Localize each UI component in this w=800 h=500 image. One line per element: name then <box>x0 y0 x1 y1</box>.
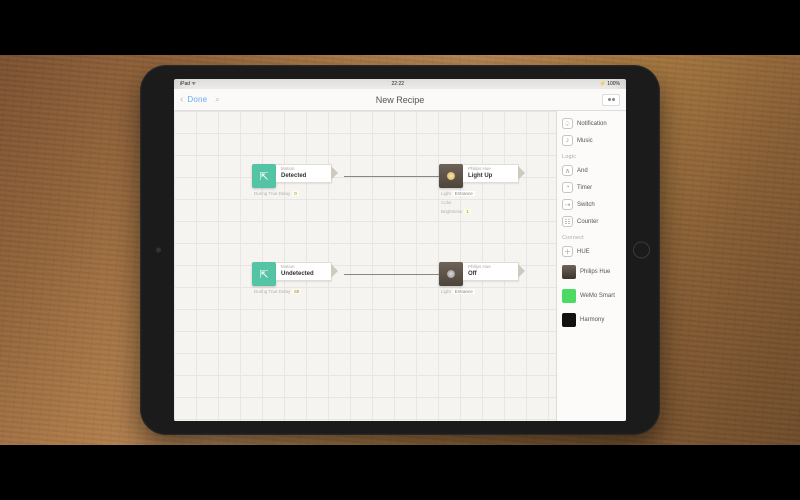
status-bar: iPad ᯤ 22:22 ⚡ 100% <box>174 79 626 89</box>
node-meta[interactable]: LightEntrance <box>441 191 475 196</box>
sidebar-item-counter[interactable]: ☷ Counter <box>562 213 621 230</box>
sidebar-header: Connect <box>562 235 621 241</box>
sidebar-item-label: Philips Hue <box>580 269 610 275</box>
home-button[interactable] <box>633 242 650 259</box>
node-meta[interactable]: During True Delay0 <box>254 191 299 196</box>
sidebar-item-label: Counter <box>577 219 598 225</box>
node-meta[interactable]: Brightness1 <box>441 209 471 214</box>
node-type: Philips Hue <box>468 265 513 270</box>
trigger-node-undetected[interactable]: ⇱ Motion Undetected <box>252 262 332 286</box>
music-icon: ♪ <box>562 135 573 146</box>
sidebar-connect-hue[interactable]: Philips Hue <box>562 260 621 284</box>
node-meta[interactable]: During True Delay60 <box>254 289 301 294</box>
component-sidebar[interactable]: ♤ Notification ♪ Music Logic ∧ And <box>556 111 626 421</box>
status-left: iPad ᯤ <box>180 81 196 87</box>
motion-icon: ⇱ <box>252 262 276 286</box>
back-button[interactable]: ‹ <box>180 94 183 105</box>
node-state: Off <box>468 271 513 277</box>
node-type: Philips Hue <box>468 167 513 172</box>
timer-icon: ◔ <box>562 182 573 193</box>
hue-icon <box>439 164 463 188</box>
switch-icon: ⇢ <box>562 199 573 210</box>
sidebar-connect-harmony[interactable]: Harmony <box>562 308 621 332</box>
connection-wire <box>344 176 442 177</box>
sidebar-item-timer[interactable]: ◔ Timer <box>562 179 621 196</box>
recipe-canvas[interactable]: ⇱ Motion Detected During True Delay0 <box>174 111 556 421</box>
node-state: Light Up <box>468 173 513 179</box>
status-right: ⚡ 100% <box>600 81 620 87</box>
done-button[interactable]: Done <box>187 95 207 104</box>
sidebar-item-notification[interactable]: ♤ Notification <box>562 115 621 132</box>
plus-icon: ＋ <box>562 246 573 257</box>
node-state: Detected <box>281 173 326 179</box>
bell-icon: ♤ <box>562 118 573 129</box>
sidebar-item-label: Harmony <box>580 317 604 323</box>
nav-bar: ‹ Done ⌕ New Recipe <box>174 89 626 111</box>
sidebar-item-label: Timer <box>577 185 592 191</box>
action-node-lightup[interactable]: Philips Hue Light Up <box>439 164 519 188</box>
node-type: Motion <box>281 265 326 270</box>
search-icon[interactable]: ⌕ <box>215 95 219 105</box>
sidebar-item-music[interactable]: ♪ Music <box>562 132 621 149</box>
trigger-node-detected[interactable]: ⇱ Motion Detected <box>252 164 332 188</box>
motion-icon: ⇱ <box>252 164 276 188</box>
connection-wire <box>344 274 442 275</box>
counter-icon: ☷ <box>562 216 573 227</box>
sidebar-item-label: And <box>577 168 588 174</box>
sidebar-item-label: HUE <box>577 249 590 255</box>
node-meta[interactable]: Color <box>441 200 458 205</box>
hue-icon <box>439 262 463 286</box>
sidebar-item-and[interactable]: ∧ And <box>562 162 621 179</box>
node-type: Motion <box>281 167 326 172</box>
and-icon: ∧ <box>562 165 573 176</box>
status-time: 22:22 <box>392 81 405 87</box>
action-node-off[interactable]: Philips Hue Off <box>439 262 519 286</box>
app-screen: iPad ᯤ 22:22 ⚡ 100% ‹ Done ⌕ New Recipe <box>174 79 626 421</box>
sidebar-header: Logic <box>562 154 621 160</box>
sidebar-connect-wemo[interactable]: WeMo Smart <box>562 284 621 308</box>
ipad-device: iPad ᯤ 22:22 ⚡ 100% ‹ Done ⌕ New Recipe <box>140 65 660 435</box>
menu-button[interactable] <box>602 94 620 106</box>
sidebar-item-switch[interactable]: ⇢ Switch <box>562 196 621 213</box>
page-title: New Recipe <box>174 95 626 105</box>
node-meta[interactable]: LightEntrance <box>441 289 475 294</box>
sidebar-item-label: Music <box>577 138 593 144</box>
sidebar-item-label: Notification <box>577 121 607 127</box>
sidebar-item-hue[interactable]: ＋ HUE <box>562 243 621 260</box>
sidebar-item-label: WeMo Smart <box>580 293 615 299</box>
node-state: Undetected <box>281 271 326 277</box>
sidebar-item-label: Switch <box>577 202 595 208</box>
